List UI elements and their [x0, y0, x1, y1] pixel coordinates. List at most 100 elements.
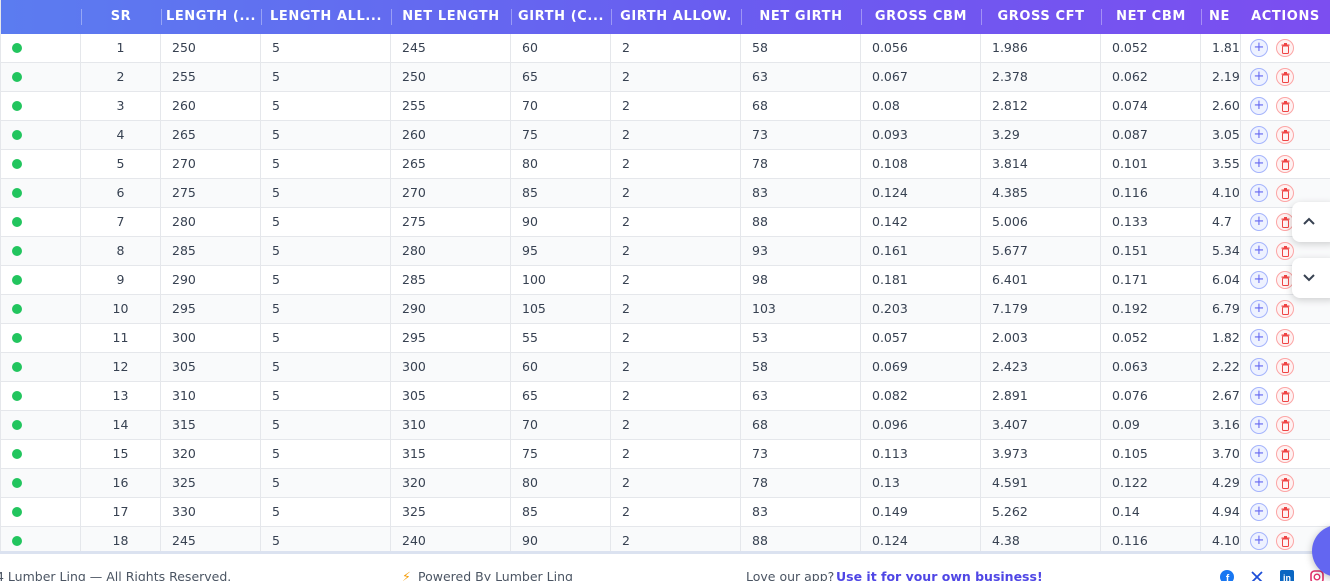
table-row[interactable]: 17 330 5 325 85 2 83 0.149 5.262 0.14 4.94 + [1, 498, 1330, 527]
add-row-button[interactable]: + [1250, 39, 1268, 57]
length-allowance-header[interactable]: LENGTH ALL... [261, 0, 391, 34]
add-row-button[interactable]: + [1250, 387, 1268, 405]
add-row-button[interactable]: + [1250, 271, 1268, 289]
add-row-button[interactable]: + [1250, 68, 1268, 86]
delete-row-button[interactable] [1276, 445, 1294, 463]
status-header[interactable] [1, 0, 81, 34]
length-header[interactable]: LENGTH (... [161, 0, 261, 34]
net-cbm-cell: 0.052 [1101, 34, 1201, 62]
add-row-button[interactable]: + [1250, 503, 1268, 521]
lumber-table: SR LENGTH (... LENGTH ALL... NET LENGTH GIRT… [0, 0, 1330, 551]
gross-cft-header[interactable]: GROSS CFT [981, 0, 1101, 34]
girth-cell: 90 [511, 527, 611, 551]
trash-icon [1281, 72, 1290, 83]
sr-header[interactable]: SR [81, 0, 161, 34]
add-row-button[interactable]: + [1250, 416, 1268, 434]
gross-cbm-header[interactable]: GROSS CBM [861, 0, 981, 34]
gross-cft-cell: 2.891 [981, 382, 1101, 410]
table-row[interactable]: 13 310 5 305 65 2 63 0.082 2.891 0.076 2.67 + [1, 382, 1330, 411]
add-row-button[interactable]: + [1250, 532, 1268, 550]
gross-cbm-cell: 0.181 [861, 266, 981, 294]
table-row[interactable]: 6 275 5 270 85 2 83 0.124 4.385 0.116 4.10 + [1, 179, 1330, 208]
facebook-icon[interactable]: f [1220, 570, 1234, 581]
table-row[interactable]: 2 255 5 250 65 2 63 0.067 2.378 0.062 2.19 + [1, 63, 1330, 92]
table-row[interactable]: 1 250 5 245 60 2 58 0.056 1.986 0.052 1.81 + [1, 34, 1330, 63]
net-length-header[interactable]: NET LENGTH [391, 0, 511, 34]
girth-allowance-cell: 2 [611, 92, 741, 120]
linkedin-icon[interactable]: in [1280, 570, 1294, 581]
actions-header[interactable]: ACTIONS [1240, 0, 1330, 34]
table-row[interactable]: 5 270 5 265 80 2 78 0.108 3.814 0.101 3.55 + [1, 150, 1330, 179]
delete-row-button[interactable] [1276, 68, 1294, 86]
net-girth-cell: 83 [741, 498, 861, 526]
girth-cell: 65 [511, 382, 611, 410]
scroll-down-button[interactable] [1292, 258, 1330, 298]
delete-row-button[interactable] [1276, 387, 1294, 405]
table-row[interactable]: 4 265 5 260 75 2 73 0.093 3.29 0.087 3.05 + [1, 121, 1330, 150]
gross-cft-cell: 3.973 [981, 440, 1101, 468]
sr-cell: 16 [81, 469, 161, 497]
table-row[interactable]: 8 285 5 280 95 2 93 0.161 5.677 0.151 5.34 + [1, 237, 1330, 266]
net-cbm-cell: 0.076 [1101, 382, 1201, 410]
trash-icon [1281, 246, 1290, 257]
delete-row-button[interactable] [1276, 416, 1294, 434]
girth-header[interactable]: GIRTH (C... [511, 0, 611, 34]
table-row[interactable]: 12 305 5 300 60 2 58 0.069 2.423 0.063 2.22 + [1, 353, 1330, 382]
gross-cbm-cell: 0.113 [861, 440, 981, 468]
status-dot-icon [12, 362, 22, 372]
footer-cta-link[interactable]: Use it for your own business! [836, 569, 1043, 581]
add-row-button[interactable]: + [1250, 329, 1268, 347]
delete-row-button[interactable] [1276, 126, 1294, 144]
delete-row-button[interactable] [1276, 39, 1294, 57]
table-row[interactable]: 3 260 5 255 70 2 68 0.08 2.812 0.074 2.60 + [1, 92, 1330, 121]
status-dot-icon [12, 188, 22, 198]
table-row[interactable]: 16 325 5 320 80 2 78 0.13 4.591 0.122 4.29 + [1, 469, 1330, 498]
status-cell [1, 498, 81, 526]
table-row[interactable]: 10 295 5 290 105 2 103 0.203 7.179 0.192 6.79 + [1, 295, 1330, 324]
delete-row-button[interactable] [1276, 474, 1294, 492]
scroll-up-button[interactable] [1292, 202, 1330, 242]
net-cbm-cell: 0.192 [1101, 295, 1201, 323]
net-cbm-header[interactable]: NET CBM [1101, 0, 1201, 34]
girth-cell: 75 [511, 440, 611, 468]
add-row-button[interactable]: + [1250, 184, 1268, 202]
status-cell [1, 295, 81, 323]
add-row-button[interactable]: + [1250, 97, 1268, 115]
table-row[interactable]: 9 290 5 285 100 2 98 0.181 6.401 0.171 6.04 + [1, 266, 1330, 295]
delete-row-button[interactable] [1276, 532, 1294, 550]
gross-cft-cell: 5.006 [981, 208, 1101, 236]
status-dot-icon [12, 72, 22, 82]
table-row[interactable]: 7 280 5 275 90 2 88 0.142 5.006 0.133 4.7 + [1, 208, 1330, 237]
add-row-button[interactable]: + [1250, 300, 1268, 318]
status-cell [1, 63, 81, 91]
x-icon[interactable] [1250, 570, 1264, 581]
delete-row-button[interactable] [1276, 97, 1294, 115]
add-row-button[interactable]: + [1250, 445, 1268, 463]
delete-row-button[interactable] [1276, 358, 1294, 376]
table-row[interactable]: 14 315 5 310 70 2 68 0.096 3.407 0.09 3.16 + [1, 411, 1330, 440]
delete-row-button[interactable] [1276, 503, 1294, 521]
sr-cell: 11 [81, 324, 161, 352]
add-row-button[interactable]: + [1250, 155, 1268, 173]
table-row[interactable]: 15 320 5 315 75 2 73 0.113 3.973 0.105 3.70 + [1, 440, 1330, 469]
girth-cell: 100 [511, 266, 611, 294]
delete-row-button[interactable] [1276, 329, 1294, 347]
girth-allowance-header[interactable]: GIRTH ALLOW. [611, 0, 741, 34]
delete-row-button[interactable] [1276, 155, 1294, 173]
add-row-button[interactable]: + [1250, 474, 1268, 492]
status-cell [1, 266, 81, 294]
girth-allowance-cell: 2 [611, 208, 741, 236]
add-row-button[interactable]: + [1250, 358, 1268, 376]
add-row-button[interactable]: + [1250, 213, 1268, 231]
sr-cell: 13 [81, 382, 161, 410]
net-cft-header[interactable]: NE [1201, 0, 1240, 34]
table-row[interactable]: 18 245 5 240 90 2 88 0.124 4.38 0.116 4.10 + [1, 527, 1330, 551]
delete-row-button[interactable] [1276, 242, 1294, 260]
add-row-button[interactable]: + [1250, 242, 1268, 260]
net-girth-header[interactable]: NET GIRTH [741, 0, 861, 34]
length-allowance-cell: 5 [261, 121, 391, 149]
delete-row-button[interactable] [1276, 184, 1294, 202]
add-row-button[interactable]: + [1250, 126, 1268, 144]
table-row[interactable]: 11 300 5 295 55 2 53 0.057 2.003 0.052 1.82 + [1, 324, 1330, 353]
delete-row-button[interactable] [1276, 300, 1294, 318]
